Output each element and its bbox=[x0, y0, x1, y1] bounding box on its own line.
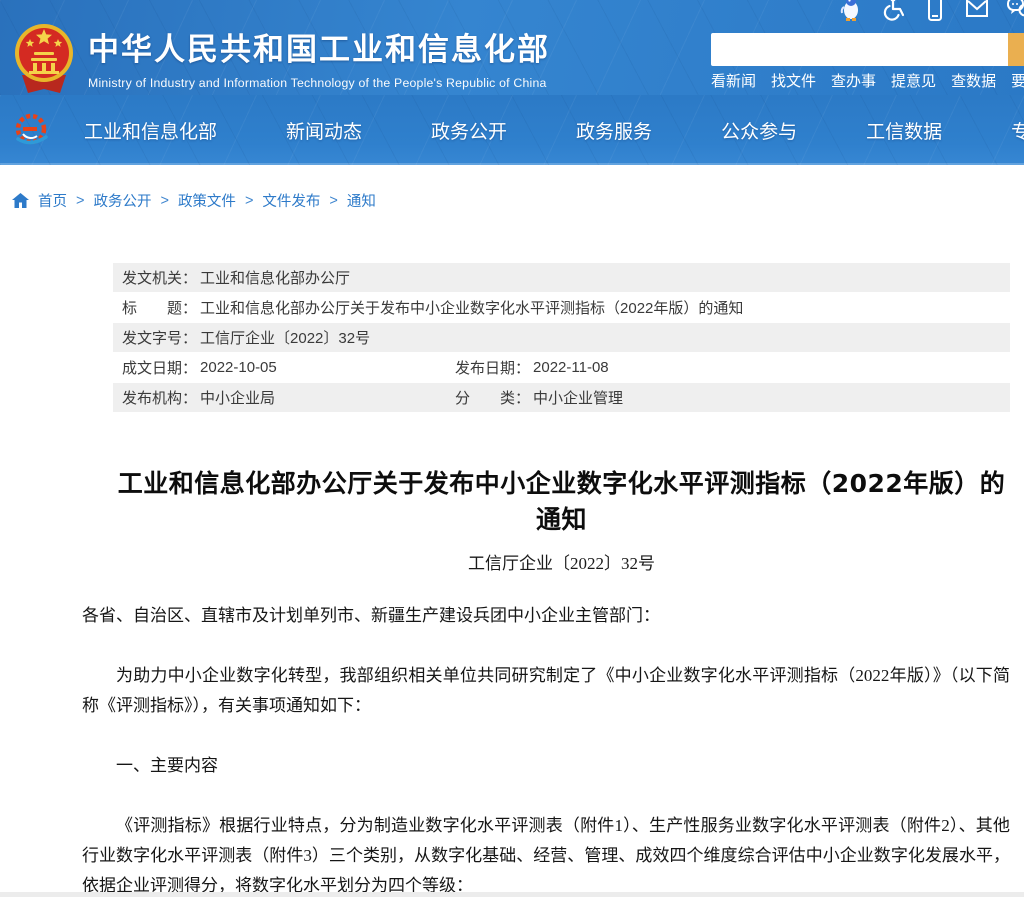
breadcrumb: 首页 > 政务公开 > 政策文件 > 文件发布 > 通知 bbox=[12, 190, 376, 211]
document-body: 各省、自治区、直辖市及计划单列市、新疆生产建设兵团中小企业主管部门： 为助力中小… bbox=[82, 601, 1010, 897]
nav-items: 工业和信息化部 新闻动态 政务公开 政务服务 公众参与 工信数据 专题 bbox=[84, 95, 1024, 165]
quick-link-complain[interactable]: 要投 bbox=[1011, 70, 1024, 91]
breadcrumb-item[interactable]: 文件发布 bbox=[262, 190, 320, 211]
accessibility-icon[interactable] bbox=[880, 0, 906, 23]
meta-label: 发文字号： bbox=[122, 327, 197, 348]
paragraph-section-heading: 一、主要内容 bbox=[82, 751, 1010, 781]
meta-value: 中小企业管理 bbox=[533, 387, 623, 408]
search-button[interactable] bbox=[1008, 33, 1024, 66]
page-bottom-divider bbox=[0, 892, 1024, 897]
paragraph-intro: 为助力中小企业数字化转型，我部组织相关单位共同研究制定了《中小企业数字化水平评测… bbox=[82, 661, 1010, 721]
quick-link-data[interactable]: 查数据 bbox=[951, 70, 996, 91]
document-title: 工业和信息化部办公厅关于发布中小企业数字化水平评测指标（2022年版）的通知 bbox=[113, 464, 1010, 536]
mascot-icon[interactable] bbox=[838, 0, 864, 23]
mobile-icon[interactable] bbox=[922, 0, 948, 23]
meta-value: 中小企业局 bbox=[200, 387, 275, 408]
breadcrumb-item[interactable]: 政策文件 bbox=[178, 190, 236, 211]
nav-item-disclosure[interactable]: 政务公开 bbox=[431, 117, 507, 144]
breadcrumb-separator: > bbox=[76, 193, 84, 209]
search-input[interactable] bbox=[711, 33, 1008, 66]
brand[interactable]: 中华人民共和国工业和信息化部 Ministry of Industry and … bbox=[88, 24, 550, 90]
meta-value: 工业和信息化部办公厅关于发布中小企业数字化水平评测指标（2022年版）的通知 bbox=[200, 297, 743, 318]
breadcrumb-item[interactable]: 通知 bbox=[347, 190, 376, 211]
meta-row: 发布机构： 中小企业局 分 类： 中小企业管理 bbox=[113, 383, 1010, 412]
quick-links: 看新闻 找文件 查办事 提意见 查数据 要投 bbox=[711, 70, 1024, 91]
page: 中华人民共和国工业和信息化部 Ministry of Industry and … bbox=[0, 0, 1024, 897]
nav-item-data[interactable]: 工信数据 bbox=[866, 117, 942, 144]
breadcrumb-separator: > bbox=[329, 193, 337, 209]
quick-link-files[interactable]: 找文件 bbox=[771, 70, 816, 91]
breadcrumb-separator: > bbox=[160, 193, 168, 209]
meta-row: 发文机关： 工业和信息化部办公厅 bbox=[113, 263, 1010, 292]
meta-row: 发文字号： 工信厅企业〔2022〕32号 bbox=[113, 323, 1010, 352]
nav-item-services[interactable]: 政务服务 bbox=[576, 117, 652, 144]
document-meta-table: 发文机关： 工业和信息化部办公厅 标 题： 工业和信息化部办公厅关于发布中小企业… bbox=[113, 263, 1010, 413]
main-nav: 工业和信息化部 新闻动态 政务公开 政务服务 公众参与 工信数据 专题 bbox=[0, 95, 1024, 165]
meta-value: 2022-10-05 bbox=[200, 359, 277, 376]
breadcrumb-item[interactable]: 政务公开 bbox=[93, 190, 151, 211]
site-title: 中华人民共和国工业和信息化部 bbox=[88, 24, 550, 69]
meta-row: 成文日期： 2022-10-05 发布日期： 2022-11-08 bbox=[113, 353, 1010, 382]
meta-label: 标 题： bbox=[122, 297, 197, 318]
meta-row: 标 题： 工业和信息化部办公厅关于发布中小企业数字化水平评测指标（2022年版）… bbox=[113, 293, 1010, 322]
mail-icon[interactable] bbox=[964, 0, 990, 23]
quick-link-news[interactable]: 看新闻 bbox=[711, 70, 756, 91]
nav-item-ministry[interactable]: 工业和信息化部 bbox=[84, 117, 217, 144]
meta-value: 工信厅企业〔2022〕32号 bbox=[200, 327, 370, 348]
meta-label: 发布日期： bbox=[455, 357, 530, 378]
site-title-en: Ministry of Industry and Information Tec… bbox=[88, 76, 550, 90]
topbar-icons bbox=[838, 0, 1024, 23]
nav-item-participation[interactable]: 公众参与 bbox=[721, 117, 797, 144]
document-number: 工信厅企业〔2022〕32号 bbox=[113, 549, 1010, 574]
home-icon[interactable] bbox=[12, 193, 29, 208]
meta-label: 成文日期： bbox=[122, 357, 197, 378]
meta-value: 工业和信息化部办公厅 bbox=[200, 267, 350, 288]
meta-label: 分 类： bbox=[455, 387, 530, 408]
breadcrumb-separator: > bbox=[245, 193, 253, 209]
paragraph-salutation: 各省、自治区、直辖市及计划单列市、新疆生产建设兵团中小企业主管部门： bbox=[82, 601, 1010, 631]
quick-link-feedback[interactable]: 提意见 bbox=[891, 70, 936, 91]
breadcrumb-item[interactable]: 首页 bbox=[38, 190, 67, 211]
meta-label: 发布机构： bbox=[122, 387, 197, 408]
nav-item-topics[interactable]: 专题 bbox=[1011, 117, 1024, 144]
nav-item-news[interactable]: 新闻动态 bbox=[286, 117, 362, 144]
wechat-icon[interactable] bbox=[1006, 0, 1024, 23]
paragraph-content: 《评测指标》根据行业特点，分为制造业数字化水平评测表（附件1）、生产性服务业数字… bbox=[82, 811, 1010, 897]
meta-label: 发文机关： bbox=[122, 267, 197, 288]
site-header: 中华人民共和国工业和信息化部 Ministry of Industry and … bbox=[0, 0, 1024, 95]
miit-logo-icon[interactable] bbox=[10, 109, 52, 151]
national-emblem-icon bbox=[12, 19, 76, 95]
quick-link-services[interactable]: 查办事 bbox=[831, 70, 876, 91]
meta-value: 2022-11-08 bbox=[533, 359, 609, 376]
